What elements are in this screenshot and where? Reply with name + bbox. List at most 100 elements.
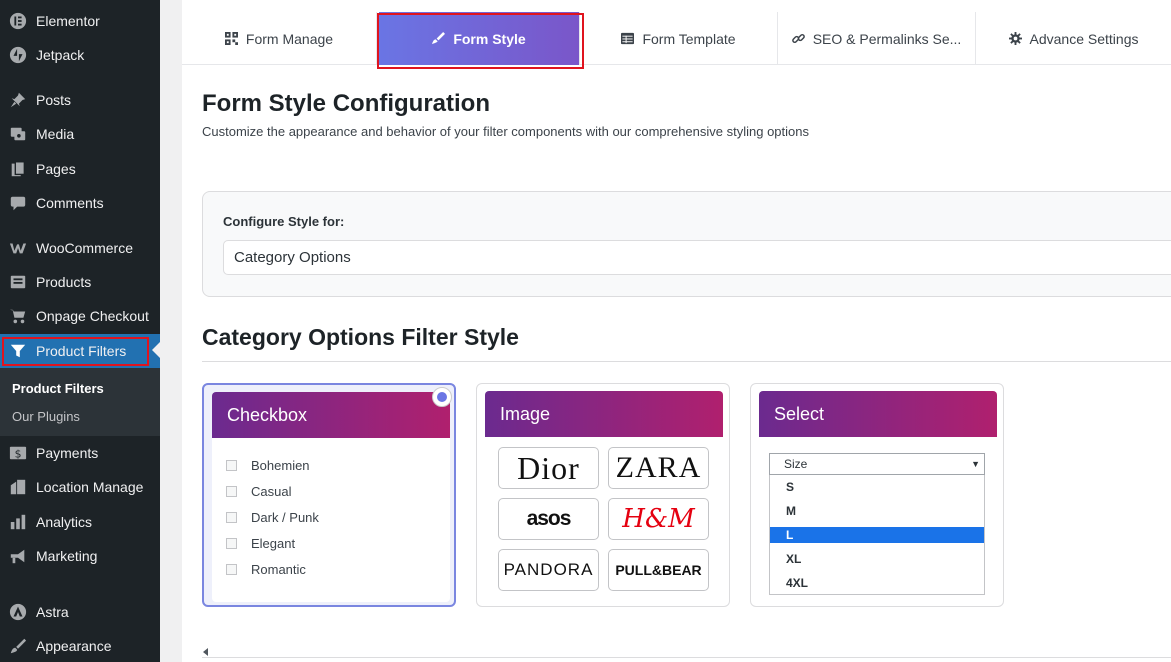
menu-label: Astra [36, 604, 69, 620]
menu-label: Comments [36, 195, 104, 211]
paintbrush-icon [8, 636, 28, 656]
menu-highlight-box [2, 337, 149, 366]
menu-item-posts[interactable]: Posts [0, 83, 160, 117]
archive-icon [8, 272, 28, 292]
select-placeholder: Size [784, 457, 808, 471]
checkbox-box[interactable] [226, 486, 237, 497]
scroll-left-arrow-icon[interactable] [203, 648, 208, 656]
logo-dior[interactable]: Dior [498, 447, 599, 489]
logo-hm[interactable]: H&M [608, 498, 709, 540]
menu-item-pages[interactable]: Pages [0, 152, 160, 186]
svg-text:$: $ [15, 448, 22, 461]
select-option[interactable]: XL [770, 551, 984, 567]
logo-text: PULL&BEAR [615, 562, 702, 578]
checkbox-label: Romantic [251, 562, 306, 577]
checkbox-box[interactable] [226, 460, 237, 471]
tab-highlight-box [377, 13, 584, 69]
checkbox-label: Casual [251, 484, 292, 499]
menu-item-comments[interactable]: Comments [0, 186, 160, 220]
page-subtitle: Customize the appearance and behavior of… [202, 124, 810, 139]
checkbox-box[interactable] [226, 564, 237, 575]
style-card-checkbox[interactable]: Checkbox Bohemien Casual Dark / Punk Ele… [202, 383, 456, 607]
menu-item-elementor[interactable]: Elementor [0, 4, 160, 38]
menu-label: Posts [36, 92, 72, 108]
menu-item-jetpack[interactable]: Jetpack [0, 38, 160, 72]
menu-label: Location Manage [36, 479, 144, 495]
caret-down-icon: ▼ [971, 459, 980, 469]
menu-item-products[interactable]: Products [0, 265, 160, 299]
qr-icon [224, 32, 238, 45]
menu-item-payments[interactable]: $ Payments [0, 436, 160, 470]
selected-radio-indicator[interactable] [432, 387, 452, 407]
logo-text: asos [526, 507, 572, 530]
menu-item-marketing[interactable]: Marketing [0, 539, 160, 573]
comment-icon [8, 193, 28, 213]
tab-label: Form Template [642, 30, 736, 47]
card-title: Checkbox [227, 404, 308, 425]
menu-item-astra[interactable]: Astra [0, 595, 160, 629]
menu-label: Media [36, 126, 75, 142]
checkbox-label: Elegant [251, 536, 296, 551]
style-card-select[interactable]: Select Size ▼ S M L XL 4XL [750, 383, 1004, 607]
card-inner: Select Size ▼ S M L XL 4XL [759, 391, 997, 601]
astra-icon [8, 602, 28, 622]
select-option-selected[interactable]: L [770, 527, 984, 543]
select-dropdown[interactable]: Size ▼ [769, 453, 985, 475]
menu-item-onpage-checkout[interactable]: Onpage Checkout [0, 299, 160, 333]
building-icon [8, 477, 28, 497]
configure-style-select[interactable]: Category Options [223, 240, 1171, 275]
tab-form-template[interactable]: Form Template [580, 12, 778, 65]
select-option[interactable]: S [770, 479, 984, 495]
menu-item-location-manage[interactable]: Location Manage [0, 470, 160, 504]
configure-style-value: Category Options [234, 249, 351, 266]
tab-advance-settings[interactable]: Advance Settings [976, 12, 1171, 65]
card-header: Checkbox [212, 392, 450, 438]
cart-icon [8, 306, 28, 326]
submenu-item-product-filters[interactable]: Product Filters [12, 381, 104, 396]
tab-form-manage[interactable]: Form Manage [182, 12, 377, 65]
media-icon [8, 124, 28, 144]
menu-item-appearance[interactable]: Appearance [0, 629, 160, 662]
checkbox-option[interactable]: Dark / Punk [226, 510, 319, 525]
woocommerce-icon [8, 238, 28, 258]
checkbox-box[interactable] [226, 512, 237, 523]
pages-icon [8, 159, 28, 179]
dollar-icon: $ [8, 443, 28, 463]
select-option[interactable]: 4XL [770, 575, 984, 591]
elementor-icon [8, 11, 28, 31]
menu-item-woocommerce[interactable]: WooCommerce [0, 231, 160, 265]
checkbox-option[interactable]: Romantic [226, 562, 306, 577]
card-inner: Image Dior ZARA asos H&M PANDORA PULL&BE… [485, 391, 723, 601]
tab-label: Advance Settings [1029, 30, 1139, 47]
logo-asos[interactable]: asos [498, 498, 599, 540]
style-card-image[interactable]: Image Dior ZARA asos H&M PANDORA PULL&BE… [476, 383, 730, 607]
logo-zara[interactable]: ZARA [608, 447, 709, 489]
menu-item-analytics[interactable]: Analytics [0, 505, 160, 539]
card-inner: Checkbox Bohemien Casual Dark / Punk Ele… [212, 392, 450, 602]
checkbox-box[interactable] [226, 538, 237, 549]
logo-pandora[interactable]: PANDORA [498, 549, 599, 591]
gear-icon [1008, 32, 1022, 45]
select-option[interactable]: M [770, 503, 984, 519]
link-icon [791, 33, 805, 44]
bar-chart-icon [8, 512, 28, 532]
menu-item-media[interactable]: Media [0, 117, 160, 151]
jetpack-icon [8, 45, 28, 65]
checkbox-option[interactable]: Elegant [226, 536, 295, 551]
menu-label: WooCommerce [36, 240, 133, 256]
logo-pull-and-bear[interactable]: PULL&BEAR [608, 549, 709, 591]
active-menu-arrow [152, 342, 160, 358]
tab-seo-permalinks[interactable]: SEO & Permalinks Se... [778, 12, 976, 65]
menu-label: Products [36, 274, 92, 290]
submenu-item-our-plugins[interactable]: Our Plugins [12, 409, 80, 424]
logo-text: Dior [517, 449, 580, 486]
page-title: Form Style Configuration [202, 90, 490, 117]
menu-label: Payments [36, 445, 99, 461]
logo-text: PANDORA [503, 560, 594, 579]
select-options-list: S M L XL 4XL [769, 475, 985, 595]
checkbox-option[interactable]: Casual [226, 484, 291, 499]
checkbox-option[interactable]: Bohemien [226, 458, 310, 473]
pin-icon [8, 90, 28, 110]
card-header: Image [485, 391, 723, 437]
menu-label: Marketing [36, 548, 98, 564]
